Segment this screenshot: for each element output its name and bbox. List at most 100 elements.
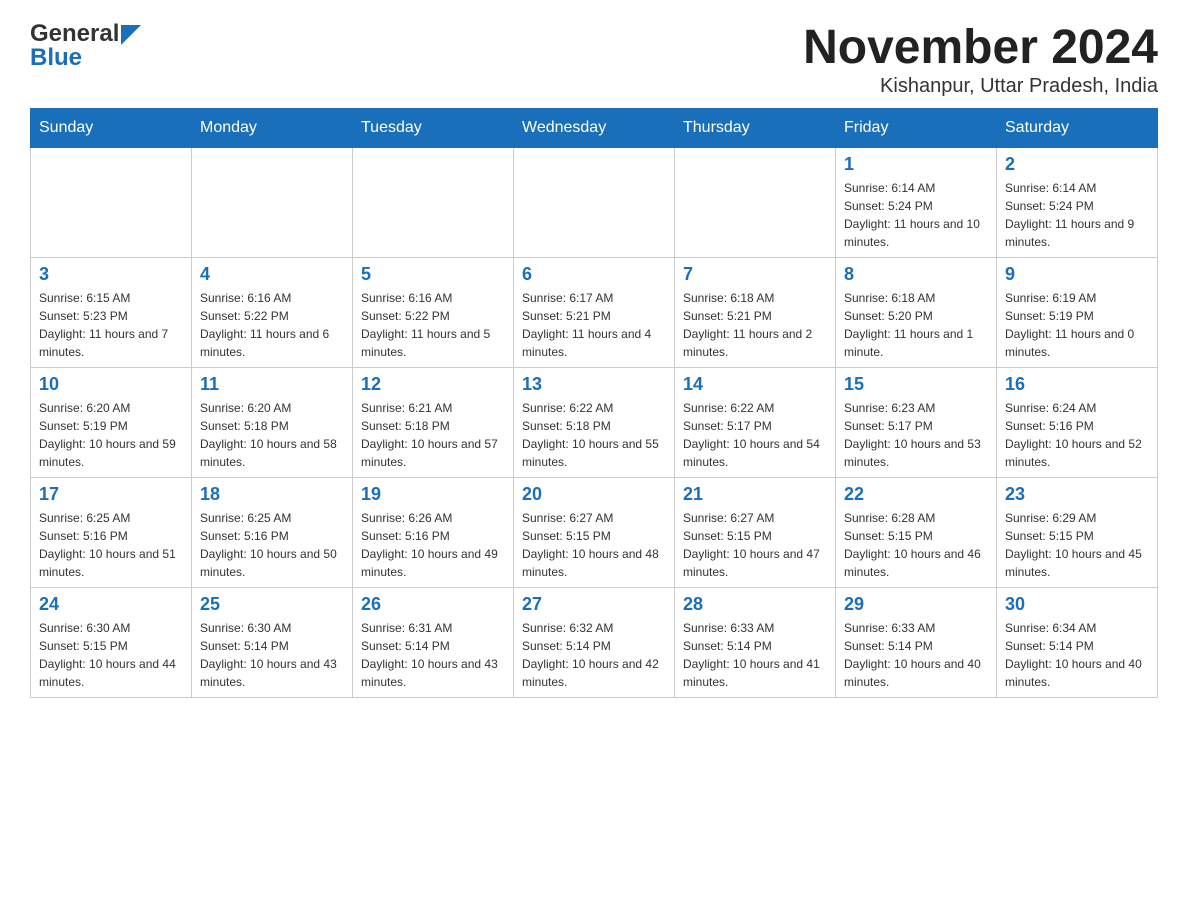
day-info: Sunrise: 6:16 AM Sunset: 5:22 PM Dayligh… xyxy=(200,289,344,361)
calendar-cell: 10Sunrise: 6:20 AM Sunset: 5:19 PM Dayli… xyxy=(31,368,192,478)
day-number: 18 xyxy=(200,484,344,505)
day-info: Sunrise: 6:17 AM Sunset: 5:21 PM Dayligh… xyxy=(522,289,666,361)
day-number: 8 xyxy=(844,264,988,285)
day-number: 12 xyxy=(361,374,505,395)
calendar-header-saturday: Saturday xyxy=(997,109,1158,148)
day-number: 13 xyxy=(522,374,666,395)
day-info: Sunrise: 6:26 AM Sunset: 5:16 PM Dayligh… xyxy=(361,509,505,581)
day-info: Sunrise: 6:30 AM Sunset: 5:14 PM Dayligh… xyxy=(200,619,344,691)
calendar-cell: 2 Sunrise: 6:14 AM Sunset: 5:24 PM Daylig… xyxy=(997,148,1158,258)
day-number: 11 xyxy=(200,374,344,395)
day-number: 22 xyxy=(844,484,988,505)
day-info: Sunrise: 6:25 AM Sunset: 5:16 PM Dayligh… xyxy=(39,509,183,581)
day-info: Sunrise: 6:14 AM Sunset: 5:24 PM Dayligh… xyxy=(844,179,988,251)
day-info: Sunrise: 6:34 AM Sunset: 5:14 PM Dayligh… xyxy=(1005,619,1149,691)
calendar-cell: 20 Sunrise: 6:27 AM Sunset: 5:15 PM Dayli… xyxy=(514,478,675,588)
day-info: Sunrise: 6:15 AM Sunset: 5:23 PM Dayligh… xyxy=(39,289,183,361)
day-info: Sunrise: 6:21 AM Sunset: 5:18 PM Dayligh… xyxy=(361,399,505,471)
calendar-cell: 27 Sunrise: 6:32 AM Sunset: 5:14 PM Dayli… xyxy=(514,588,675,698)
day-number: 21 xyxy=(683,484,827,505)
calendar-header-sunday: Sunday xyxy=(31,109,192,148)
calendar-cell: 9 Sunrise: 6:19 AM Sunset: 5:19 PM Daylig… xyxy=(997,258,1158,368)
day-info: Sunrise: 6:14 AM Sunset: 5:24 PM Dayligh… xyxy=(1005,179,1149,251)
day-number: 27 xyxy=(522,594,666,615)
calendar-cell: 14 Sunrise: 6:22 AM Sunset: 5:17 PM Dayli… xyxy=(675,368,836,478)
calendar-header-thursday: Thursday xyxy=(675,109,836,148)
calendar-cell xyxy=(31,148,192,258)
day-info: Sunrise: 6:31 AM Sunset: 5:14 PM Dayligh… xyxy=(361,619,505,691)
calendar-cell: 29 Sunrise: 6:33 AM Sunset: 5:14 PM Dayli… xyxy=(836,588,997,698)
day-number: 28 xyxy=(683,594,827,615)
calendar-cell: 16Sunrise: 6:24 AM Sunset: 5:16 PM Dayli… xyxy=(997,368,1158,478)
calendar-cell: 17 Sunrise: 6:25 AM Sunset: 5:16 PM Dayli… xyxy=(31,478,192,588)
calendar-week-4: 17 Sunrise: 6:25 AM Sunset: 5:16 PM Dayli… xyxy=(31,478,1158,588)
calendar-header-row: SundayMondayTuesdayWednesdayThursdayFrid… xyxy=(31,109,1158,148)
location-text: Kishanpur, Uttar Pradesh, India xyxy=(803,75,1158,98)
calendar-week-2: 3 Sunrise: 6:15 AM Sunset: 5:23 PM Daylig… xyxy=(31,258,1158,368)
day-info: Sunrise: 6:23 AM Sunset: 5:17 PM Dayligh… xyxy=(844,399,988,471)
calendar-cell: 28 Sunrise: 6:33 AM Sunset: 5:14 PM Dayli… xyxy=(675,588,836,698)
day-info: Sunrise: 6:28 AM Sunset: 5:15 PM Dayligh… xyxy=(844,509,988,581)
day-info: Sunrise: 6:20 AM Sunset: 5:18 PM Dayligh… xyxy=(200,399,344,471)
day-info: Sunrise: 6:32 AM Sunset: 5:14 PM Dayligh… xyxy=(522,619,666,691)
calendar-cell: 23Sunrise: 6:29 AM Sunset: 5:15 PM Dayli… xyxy=(997,478,1158,588)
day-number: 1 xyxy=(844,154,988,175)
day-info: Sunrise: 6:30 AM Sunset: 5:15 PM Dayligh… xyxy=(39,619,183,691)
day-number: 19 xyxy=(361,484,505,505)
day-number: 15 xyxy=(844,374,988,395)
calendar-cell: 7 Sunrise: 6:18 AM Sunset: 5:21 PM Daylig… xyxy=(675,258,836,368)
day-number: 29 xyxy=(844,594,988,615)
logo-blue-text: Blue xyxy=(30,44,82,72)
calendar-cell xyxy=(353,148,514,258)
day-info: Sunrise: 6:25 AM Sunset: 5:16 PM Dayligh… xyxy=(200,509,344,581)
calendar-week-5: 24Sunrise: 6:30 AM Sunset: 5:15 PM Dayli… xyxy=(31,588,1158,698)
day-info: Sunrise: 6:33 AM Sunset: 5:14 PM Dayligh… xyxy=(683,619,827,691)
calendar-cell: 8 Sunrise: 6:18 AM Sunset: 5:20 PM Daylig… xyxy=(836,258,997,368)
logo: General Blue xyxy=(30,20,141,72)
day-info: Sunrise: 6:20 AM Sunset: 5:19 PM Dayligh… xyxy=(39,399,183,471)
calendar-cell: 15 Sunrise: 6:23 AM Sunset: 5:17 PM Dayli… xyxy=(836,368,997,478)
day-number: 20 xyxy=(522,484,666,505)
day-info: Sunrise: 6:27 AM Sunset: 5:15 PM Dayligh… xyxy=(522,509,666,581)
calendar-header-wednesday: Wednesday xyxy=(514,109,675,148)
day-number: 2 xyxy=(1005,154,1149,175)
day-number: 23 xyxy=(1005,484,1149,505)
day-info: Sunrise: 6:22 AM Sunset: 5:18 PM Dayligh… xyxy=(522,399,666,471)
calendar-header-tuesday: Tuesday xyxy=(353,109,514,148)
day-number: 9 xyxy=(1005,264,1149,285)
page-header: General Blue November 2024 Kishanpur, Ut… xyxy=(30,20,1158,98)
day-number: 5 xyxy=(361,264,505,285)
calendar-cell: 24Sunrise: 6:30 AM Sunset: 5:15 PM Dayli… xyxy=(31,588,192,698)
day-info: Sunrise: 6:19 AM Sunset: 5:19 PM Dayligh… xyxy=(1005,289,1149,361)
day-number: 25 xyxy=(200,594,344,615)
day-number: 3 xyxy=(39,264,183,285)
day-info: Sunrise: 6:18 AM Sunset: 5:20 PM Dayligh… xyxy=(844,289,988,361)
day-info: Sunrise: 6:24 AM Sunset: 5:16 PM Dayligh… xyxy=(1005,399,1149,471)
calendar-cell: 5 Sunrise: 6:16 AM Sunset: 5:22 PM Daylig… xyxy=(353,258,514,368)
calendar-cell xyxy=(675,148,836,258)
calendar-week-1: 1 Sunrise: 6:14 AM Sunset: 5:24 PM Daylig… xyxy=(31,148,1158,258)
day-info: Sunrise: 6:22 AM Sunset: 5:17 PM Dayligh… xyxy=(683,399,827,471)
calendar-cell: 19 Sunrise: 6:26 AM Sunset: 5:16 PM Dayli… xyxy=(353,478,514,588)
calendar-cell xyxy=(192,148,353,258)
calendar-cell: 1 Sunrise: 6:14 AM Sunset: 5:24 PM Daylig… xyxy=(836,148,997,258)
day-number: 7 xyxy=(683,264,827,285)
month-title: November 2024 xyxy=(803,20,1158,75)
day-info: Sunrise: 6:33 AM Sunset: 5:14 PM Dayligh… xyxy=(844,619,988,691)
calendar-cell: 26Sunrise: 6:31 AM Sunset: 5:14 PM Dayli… xyxy=(353,588,514,698)
day-number: 4 xyxy=(200,264,344,285)
calendar-cell: 4 Sunrise: 6:16 AM Sunset: 5:22 PM Daylig… xyxy=(192,258,353,368)
calendar-cell: 13 Sunrise: 6:22 AM Sunset: 5:18 PM Dayli… xyxy=(514,368,675,478)
calendar-cell: 18 Sunrise: 6:25 AM Sunset: 5:16 PM Dayli… xyxy=(192,478,353,588)
calendar-cell: 22 Sunrise: 6:28 AM Sunset: 5:15 PM Dayli… xyxy=(836,478,997,588)
calendar-header-monday: Monday xyxy=(192,109,353,148)
day-number: 17 xyxy=(39,484,183,505)
calendar-table: SundayMondayTuesdayWednesdayThursdayFrid… xyxy=(30,108,1158,698)
calendar-cell: 12 Sunrise: 6:21 AM Sunset: 5:18 PM Dayli… xyxy=(353,368,514,478)
day-info: Sunrise: 6:18 AM Sunset: 5:21 PM Dayligh… xyxy=(683,289,827,361)
day-info: Sunrise: 6:16 AM Sunset: 5:22 PM Dayligh… xyxy=(361,289,505,361)
calendar-header-friday: Friday xyxy=(836,109,997,148)
logo-arrow-icon xyxy=(121,25,141,45)
calendar-cell xyxy=(514,148,675,258)
day-number: 14 xyxy=(683,374,827,395)
